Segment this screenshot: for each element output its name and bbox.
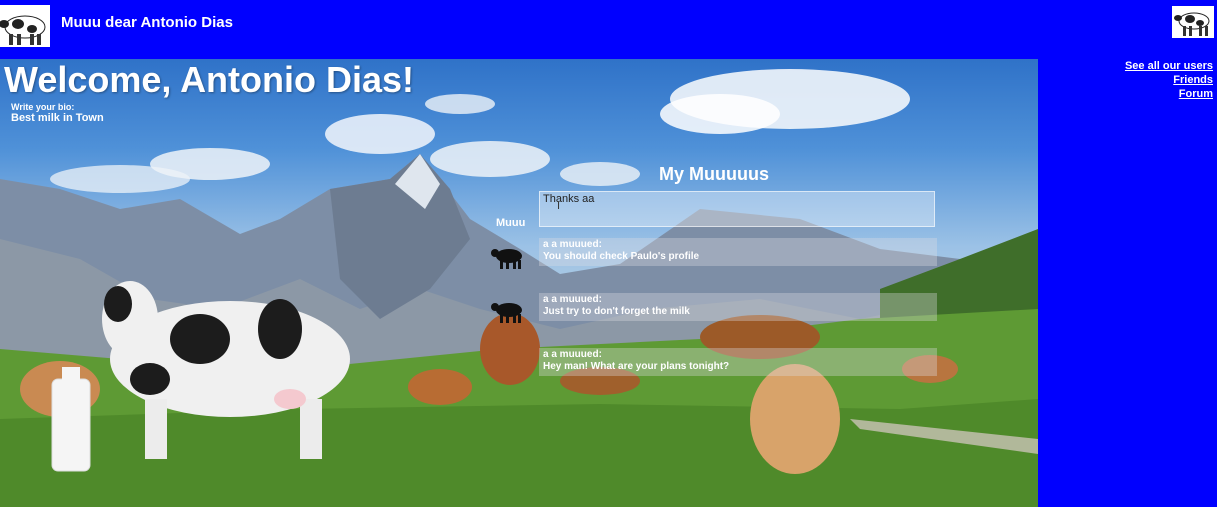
post-cow-icon <box>491 244 527 270</box>
post-text: You should check Paulo's profile <box>543 251 700 262</box>
list-item: a a muuued: Just try to don't forget the… <box>539 293 937 321</box>
welcome-heading: Welcome, Antonio Dias! <box>4 59 415 100</box>
forum-link[interactable]: Forum <box>1125 87 1213 101</box>
post-cow-icon <box>491 298 527 324</box>
list-item: a a muuued: Hey man! What are your plans… <box>539 348 937 376</box>
muuu-input-label: Muuu <box>496 217 526 229</box>
header-bar: Muuu dear Antonio Dias <box>0 0 1217 59</box>
post-text: Hey man! What are your plans tonight? <box>543 361 730 372</box>
friends-link[interactable]: Friends <box>1125 73 1213 87</box>
post-author: a a muuued: <box>543 239 602 250</box>
muuu-input[interactable]: Thanks aa <box>539 191 935 227</box>
bio-value[interactable]: Best milk in Town <box>11 112 104 124</box>
cow-avatar-icon[interactable] <box>1172 6 1214 38</box>
cow-logo-icon[interactable] <box>0 5 50 47</box>
muuus-title: My Muuuuus <box>659 164 769 184</box>
header-title: Muuu dear Antonio Dias <box>61 14 233 31</box>
alpine-background-image <box>0 59 1038 507</box>
post-author: a a muuued: <box>543 349 602 360</box>
bio-label: Write your bio: <box>11 102 75 112</box>
post-author: a a muuued: <box>543 294 602 305</box>
text-cursor-icon: I <box>557 200 561 212</box>
see-all-users-link[interactable]: See all our users <box>1125 59 1213 73</box>
post-text: Just try to don't forget the milk <box>543 306 690 317</box>
right-nav: See all our users Friends Forum <box>1125 59 1213 101</box>
list-item: a a muuued: You should check Paulo's pro… <box>539 238 937 266</box>
